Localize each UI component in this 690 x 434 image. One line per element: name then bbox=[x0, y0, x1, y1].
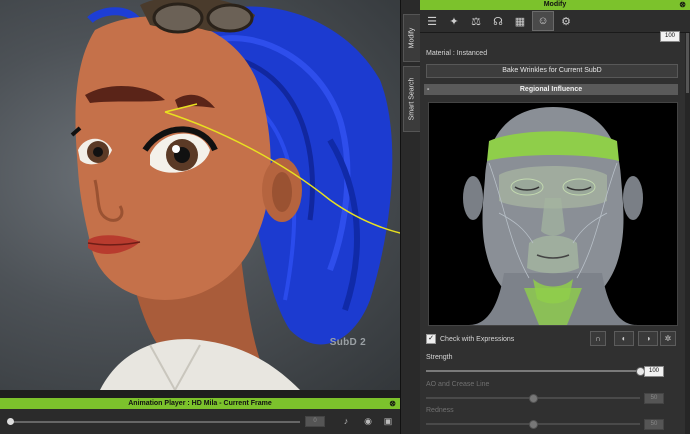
character-render bbox=[70, 0, 400, 390]
zone-mouth bbox=[527, 235, 579, 274]
tab-modify[interactable]: Modify bbox=[403, 14, 421, 62]
checker-icon[interactable]: ▦ bbox=[510, 12, 530, 30]
bake-wrinkles-button[interactable]: Bake Wrinkles for Current SubD bbox=[426, 64, 678, 78]
tab-smart-search[interactable]: Smart Search bbox=[403, 66, 421, 132]
side-tabs: Modify Smart Search bbox=[400, 0, 421, 434]
material-label: Material : Instanced bbox=[426, 50, 488, 57]
close-icon[interactable]: ⊗ bbox=[389, 398, 396, 409]
gear-icon[interactable]: ⚙ bbox=[556, 12, 576, 30]
timeline-slider[interactable] bbox=[7, 418, 300, 425]
top-value[interactable]: 100 bbox=[660, 31, 680, 42]
panel-scrollbar[interactable] bbox=[685, 33, 690, 434]
timeline-knob[interactable] bbox=[7, 418, 14, 425]
redness-slider-knob[interactable] bbox=[529, 420, 538, 429]
regional-influence-map[interactable] bbox=[428, 102, 678, 326]
head-icon[interactable]: ☺ bbox=[532, 11, 554, 31]
strength-slider[interactable] bbox=[426, 367, 645, 376]
modify-panel: Modify ⊗ ☰ ✦ ⚖ ☊ ▦ ☺ ⚙ 100 Material : In… bbox=[420, 0, 690, 434]
camera-icon[interactable]: ◉ bbox=[362, 416, 374, 427]
window-icon[interactable]: ▣ bbox=[382, 416, 394, 427]
mirror-right-icon[interactable]: ◑ bbox=[638, 331, 658, 346]
morph-icon[interactable]: ☊ bbox=[488, 12, 508, 30]
regional-influence-header[interactable]: - Regional Influence bbox=[424, 84, 678, 95]
check-expressions-label: Check with Expressions bbox=[440, 335, 515, 343]
modify-toolbar: ☰ ✦ ⚖ ☊ ▦ ☺ ⚙ bbox=[420, 10, 690, 33]
3d-viewport[interactable]: SubD 2 bbox=[0, 0, 400, 390]
section-title: Regional Influence bbox=[519, 86, 583, 93]
anim-titlebar: Animation Player : HD Mila - Current Fra… bbox=[0, 398, 400, 409]
check-expressions-row[interactable]: ✓ Check with Expressions bbox=[426, 334, 514, 344]
ao-crease-label: AO and Crease Line bbox=[426, 381, 490, 388]
panel-title: Modify bbox=[543, 1, 567, 8]
strength-value[interactable]: 100 bbox=[644, 366, 664, 377]
close-icon[interactable]: ⊗ bbox=[679, 0, 686, 10]
top-value-field[interactable]: 100 bbox=[660, 31, 680, 42]
tab-smart-search-label: Smart Search bbox=[408, 77, 416, 121]
panel-titlebar: Modify ⊗ bbox=[420, 0, 690, 10]
tab-modify-label: Modify bbox=[408, 27, 416, 49]
subd-level-label: SubD 2 bbox=[329, 337, 366, 348]
redness-slider[interactable] bbox=[426, 420, 640, 429]
check-expressions-checkbox[interactable]: ✓ bbox=[426, 334, 436, 344]
frame-field[interactable]: 0 bbox=[305, 416, 325, 427]
audio-icon[interactable]: ♪ bbox=[340, 416, 352, 427]
settings-icon[interactable]: ✲ bbox=[660, 331, 676, 346]
redness-value[interactable]: 50 bbox=[644, 419, 664, 430]
anim-controls: 0 ♪ ◉ ▣ bbox=[0, 410, 400, 434]
redness-label: Redness bbox=[426, 407, 454, 414]
run-pose-icon[interactable]: ✦ bbox=[444, 12, 464, 30]
anim-title: Animation Player : HD Mila - Current Fra… bbox=[128, 400, 272, 407]
sliders-icon[interactable]: ☰ bbox=[422, 12, 442, 30]
reset-head-icon[interactable]: ∩ bbox=[590, 331, 606, 346]
head-map bbox=[463, 107, 643, 325]
balance-icon[interactable]: ⚖ bbox=[466, 12, 486, 30]
ao-crease-slider[interactable] bbox=[426, 394, 640, 403]
ao-crease-value[interactable]: 50 bbox=[644, 393, 664, 404]
ao-crease-slider-knob[interactable] bbox=[529, 394, 538, 403]
collapse-icon[interactable]: - bbox=[427, 84, 429, 95]
mirror-left-icon[interactable]: ◐ bbox=[614, 331, 634, 346]
animation-player: Animation Player : HD Mila - Current Fra… bbox=[0, 398, 400, 434]
strength-label: Strength bbox=[426, 354, 453, 361]
scrollbar-thumb[interactable] bbox=[686, 33, 689, 93]
